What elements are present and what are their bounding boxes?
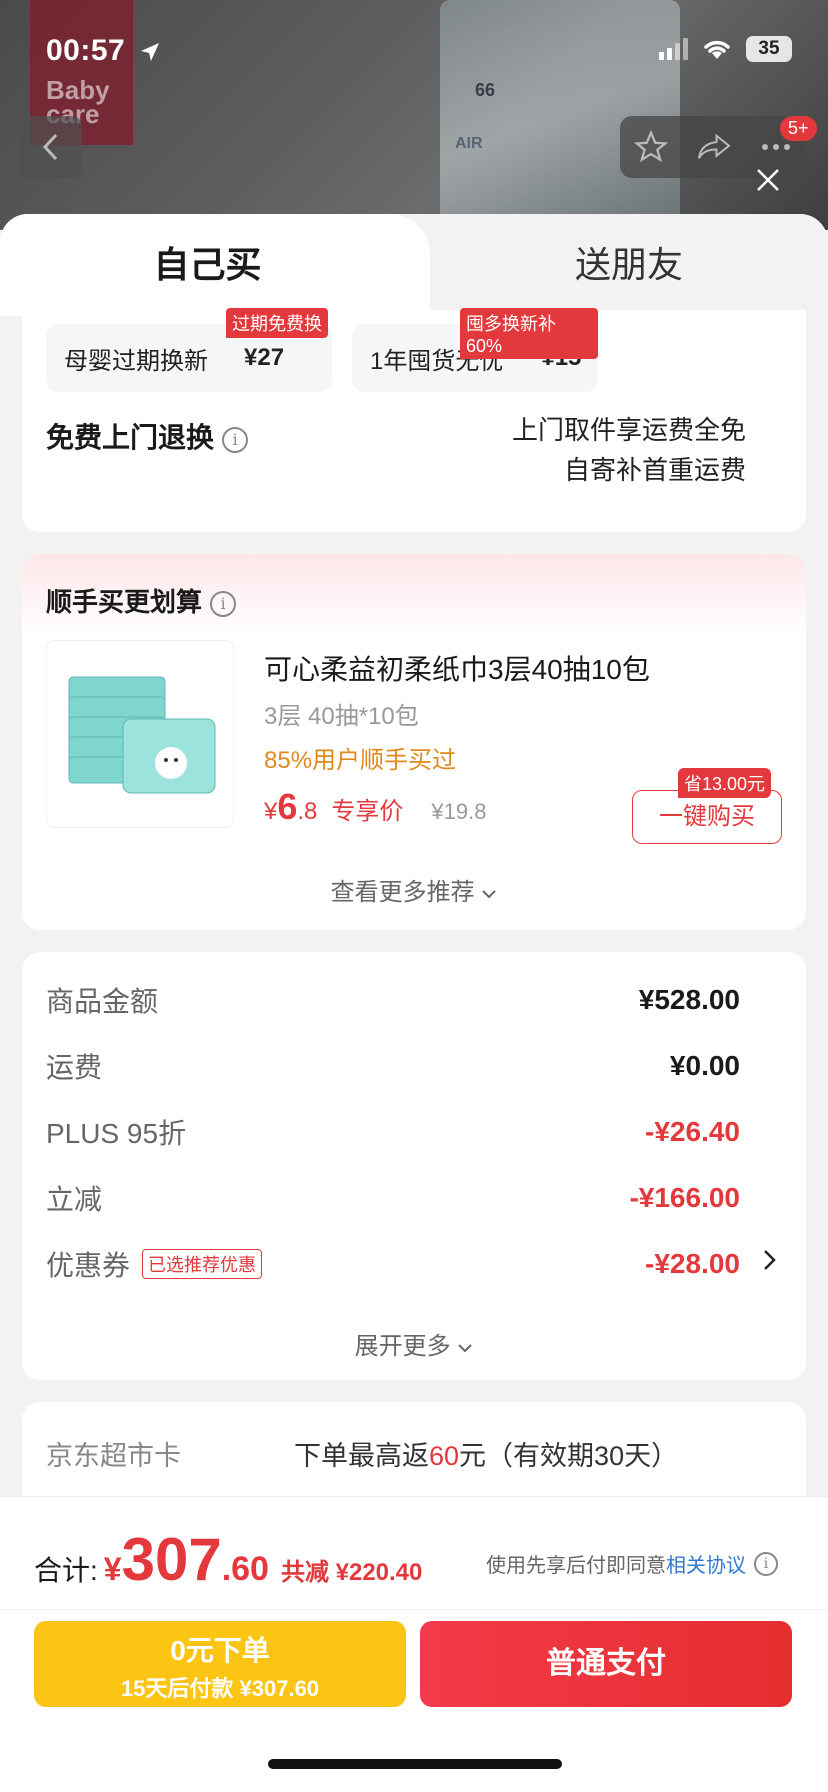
chevron-down-icon — [458, 1344, 473, 1353]
location-arrow-icon — [141, 43, 160, 62]
info-icon[interactable]: i — [210, 591, 237, 618]
service-name: 母婴过期换新 — [64, 347, 208, 375]
product-thumbnail[interactable] — [46, 640, 234, 828]
service-option-expiry[interactable]: 母婴过期换新 ¥27 过期免费换 — [46, 308, 332, 392]
normal-pay-button[interactable]: 普通支付 — [420, 1621, 792, 1707]
pay-later-button[interactable]: 0元下单 15天后付款 ¥307.60 — [34, 1621, 406, 1707]
purchase-tabs: 自己买 送朋友 — [0, 214, 828, 316]
coupon-row[interactable]: 优惠券 已选推荐优惠 -¥28.00 — [46, 1244, 740, 1284]
chevron-right-icon[interactable] — [760, 1248, 778, 1272]
product-popularity: 85%用户顺手买过 — [264, 747, 457, 774]
product-price: ¥ 6 .8 专享价 ¥19.8 — [264, 786, 487, 827]
expand-more-link[interactable]: 展开更多 — [22, 1326, 806, 1361]
agreement-text: 使用先享后付即同意 相关协议 i — [486, 1549, 778, 1578]
message-badge: 5+ — [780, 116, 817, 141]
addon-title: 顺手买更划算 i — [46, 582, 237, 619]
battery-icon: 35 — [746, 36, 792, 62]
one-click-buy-button[interactable]: 一键购买 — [632, 790, 782, 844]
agreement-link[interactable]: 相关协议 — [666, 1549, 746, 1578]
summary-row: 商品金额 ¥528.00 — [46, 984, 740, 1017]
info-icon[interactable]: i — [222, 426, 249, 453]
more-icon[interactable] — [760, 142, 792, 152]
tab-self-buy[interactable]: 自己买 — [0, 214, 415, 316]
close-icon[interactable] — [752, 164, 784, 196]
service-tag: 过期免费换 — [226, 308, 328, 338]
product-package-image — [440, 0, 680, 230]
chevron-down-icon — [482, 890, 497, 899]
summary-row: 立减 -¥166.00 — [46, 1182, 740, 1215]
chevron-left-icon — [42, 133, 58, 161]
star-icon[interactable] — [634, 130, 668, 164]
status-icons: 35 — [659, 36, 792, 62]
service-option-stock[interactable]: 1年囤货无忧 ¥15 囤多换新补60% — [352, 308, 598, 392]
more-recommendations-link[interactable]: 查看更多推荐 — [22, 872, 806, 907]
service-card: 母婴过期换新 ¥27 过期免费换 1年囤货无忧 ¥15 囤多换新补60% 免费上… — [22, 308, 806, 532]
status-time: 00:57 — [46, 34, 162, 68]
price-summary-card: 商品金额 ¥528.00 运费 ¥0.00 PLUS 95折 -¥26.40 立… — [22, 952, 806, 1380]
share-icon[interactable] — [696, 132, 732, 162]
free-return-title: 免费上门退换 i — [46, 416, 249, 456]
product-spec: 3层 40抽*10包 — [264, 703, 419, 730]
home-indicator[interactable] — [268, 1759, 562, 1769]
total-savings: 共减 ¥220.40 — [280, 1559, 423, 1586]
info-icon[interactable]: i — [754, 1551, 778, 1576]
total-amount: 合计: ¥ 307 .60 共减 ¥220.40 — [34, 1526, 423, 1593]
product-name[interactable]: 可心柔益初柔纸巾3层40抽10包 — [264, 648, 650, 688]
package-text: 66 — [475, 80, 496, 100]
wifi-icon — [704, 40, 730, 59]
jd-card-desc: 下单最高返60元（有效期30天） — [294, 1441, 679, 1471]
service-tag: 囤多换新补60% — [460, 308, 598, 359]
summary-row: PLUS 95折 -¥26.40 — [46, 1116, 740, 1149]
save-tag: 省13.00元 — [678, 768, 772, 798]
back-button[interactable] — [20, 116, 82, 178]
summary-row: 运费 ¥0.00 — [46, 1050, 740, 1083]
addon-card: 顺手买更划算 i 可心柔益初柔纸巾3层40抽10包 3层 40抽*10包 85%用… — [22, 554, 806, 930]
service-price: ¥27 — [244, 344, 285, 371]
free-return-desc: 上门取件享运费全免 自寄补首重运费 — [511, 415, 746, 485]
coupon-tag: 已选推荐优惠 — [142, 1249, 263, 1279]
package-series-text: AIR — [455, 135, 483, 152]
signal-icon — [659, 38, 688, 60]
jd-card-label: 京东超市卡 — [46, 1441, 181, 1471]
original-price: ¥19.8 — [431, 799, 487, 824]
checkout-footer: 合计: ¥ 307 .60 共减 ¥220.40 使用先享后付即同意 相关协议 … — [0, 1496, 828, 1792]
tab-gift[interactable]: 送朋友 — [430, 214, 828, 316]
